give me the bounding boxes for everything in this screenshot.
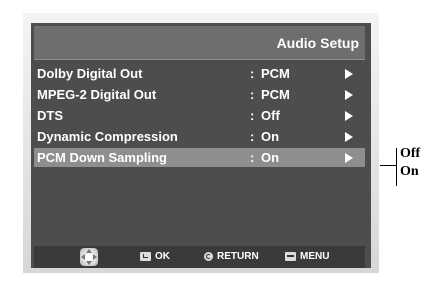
callout-line — [380, 165, 397, 166]
menu-icon — [285, 252, 296, 261]
menu-item-value: Off — [261, 108, 280, 123]
callout-option-off: Off — [400, 146, 421, 161]
osd-screen: Audio Setup Dolby Digital Out : PCM MPEG… — [31, 23, 371, 268]
menu-item-dolby-digital-out[interactable]: Dolby Digital Out : PCM — [34, 64, 365, 83]
callout-option-on: On — [400, 164, 419, 179]
dpad-icon — [80, 248, 98, 266]
return-hint: RETURN — [204, 251, 259, 262]
menu-item-label: DTS — [37, 108, 63, 123]
menu-item-colon: : — [250, 150, 255, 165]
ok-label: OK — [155, 251, 170, 262]
menu-hint: MENU — [285, 251, 329, 262]
menu-item-value: On — [261, 150, 280, 165]
menu-item-pcm-down-sampling[interactable]: PCM Down Sampling : On — [34, 148, 365, 167]
menu-item-label: PCM Down Sampling — [37, 150, 167, 165]
return-label: RETURN — [217, 251, 259, 262]
right-arrow-icon — [345, 153, 353, 163]
callout-bracket — [396, 148, 397, 186]
menu-item-colon: : — [250, 129, 255, 144]
menu-item-colon: : — [250, 66, 255, 81]
right-arrow-icon — [345, 69, 353, 79]
menu-item-value: On — [261, 129, 280, 144]
menu-item-label: Dolby Digital Out — [37, 66, 143, 81]
right-arrow-icon — [345, 90, 353, 100]
menu-item-value: PCM — [261, 66, 290, 81]
menu-label: MENU — [300, 251, 330, 262]
menu-item-colon: : — [250, 108, 255, 123]
enter-icon — [140, 252, 151, 261]
ok-hint: OK — [140, 251, 170, 262]
menu-item-label: MPEG-2 Digital Out — [37, 87, 157, 102]
menu-item-label: Dynamic Compression — [37, 129, 178, 144]
menu-item-value: PCM — [261, 87, 290, 102]
title-bar: Audio Setup — [34, 26, 365, 60]
right-arrow-icon — [345, 111, 353, 121]
return-icon — [204, 252, 213, 261]
right-arrow-icon — [345, 132, 353, 142]
menu-item-mpeg2-digital-out[interactable]: MPEG-2 Digital Out : PCM — [34, 85, 365, 104]
menu-item-dts[interactable]: DTS : Off — [34, 106, 365, 125]
footer-bar: OK RETURN MENU — [34, 246, 365, 268]
menu-item-dynamic-compression[interactable]: Dynamic Compression : On — [34, 127, 365, 146]
screen-title: Audio Setup — [276, 35, 359, 51]
menu-item-colon: : — [250, 87, 255, 102]
